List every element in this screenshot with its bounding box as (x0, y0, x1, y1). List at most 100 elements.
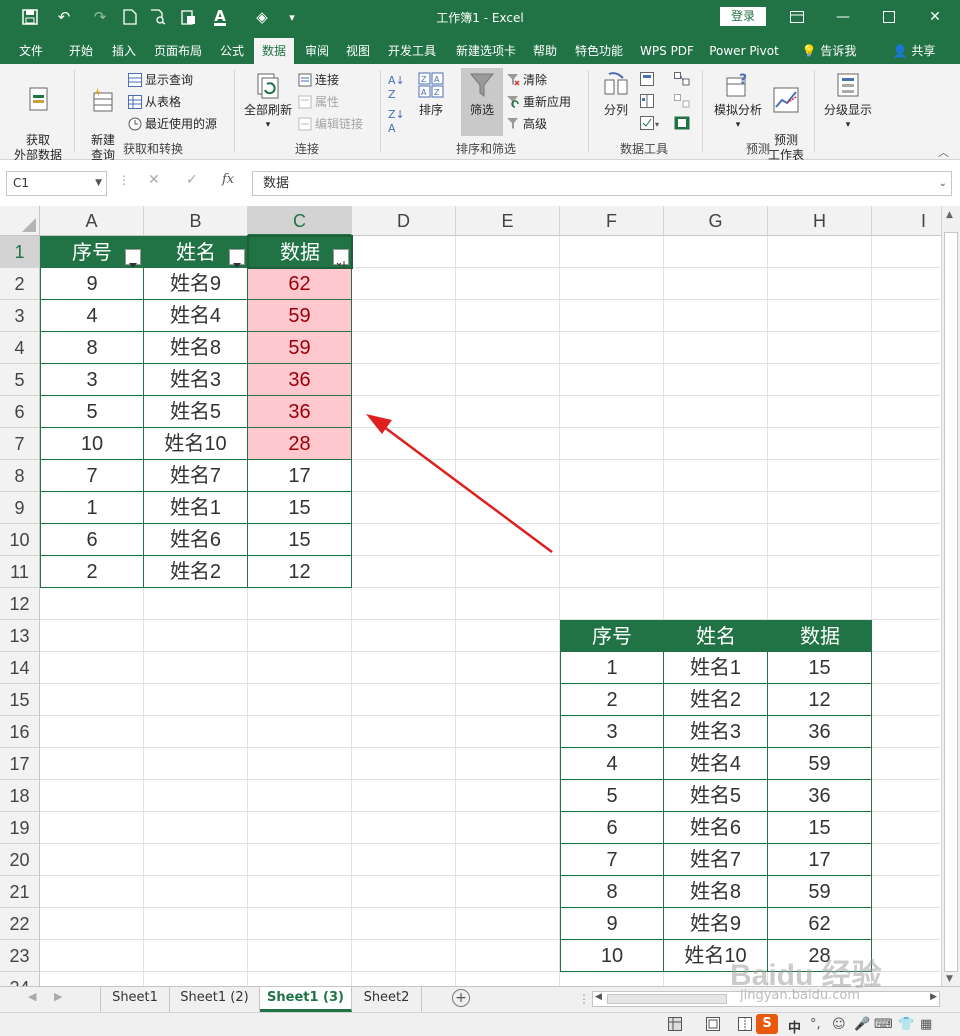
table1-cell[interactable]: 姓名1 (144, 492, 248, 524)
table1-cell[interactable]: 10 (40, 428, 144, 460)
table1-header-cell[interactable]: 姓名 (144, 236, 248, 268)
tab-help[interactable]: 帮助 (528, 38, 562, 64)
row-header-22[interactable]: 22 (0, 908, 40, 940)
get-external-data-button[interactable]: 获取 外部数据 (6, 70, 70, 163)
formula-input[interactable]: 数据 ⌄ (252, 171, 952, 196)
tab-wps-pdf[interactable]: WPS PDF (634, 38, 700, 64)
name-box[interactable]: C1 ▼ (6, 171, 107, 196)
scroll-down-icon[interactable]: ▼ (946, 974, 953, 984)
consolidate-icon[interactable] (674, 72, 690, 89)
table2-cell[interactable]: 2 (560, 684, 664, 716)
column-header-d[interactable]: D (352, 206, 456, 236)
table1-cell[interactable]: 6 (40, 524, 144, 556)
normal-view-icon[interactable] (668, 1017, 682, 1033)
clear-button[interactable]: 清除 (506, 70, 547, 90)
table1-cell[interactable]: 59 (248, 300, 352, 332)
relationships-icon[interactable] (674, 94, 690, 111)
tab-file[interactable]: 文件 (8, 38, 54, 64)
row-header-12[interactable]: 12 (0, 588, 40, 620)
data-model-icon[interactable] (674, 116, 690, 133)
properties-button[interactable]: 属性 (298, 92, 339, 112)
prev-sheet-icon[interactable]: ◀ (28, 990, 36, 1003)
table1-cell[interactable]: 姓名6 (144, 524, 248, 556)
row-header-6[interactable]: 6 (0, 396, 40, 428)
column-header-c[interactable]: C (248, 206, 352, 236)
table1-cell[interactable]: 7 (40, 460, 144, 492)
emoji-icon[interactable]: ☺ (832, 1017, 846, 1033)
row-header-1[interactable]: 1 (0, 236, 40, 268)
row-header-3[interactable]: 3 (0, 300, 40, 332)
table2-cell[interactable]: 姓名8 (664, 876, 768, 908)
refresh-all-button[interactable]: 全部刷新 ▾ (240, 70, 296, 133)
table2-cell[interactable]: 12 (768, 684, 872, 716)
table2-cell[interactable]: 姓名3 (664, 716, 768, 748)
scroll-left-icon[interactable]: ◀ (595, 992, 602, 1002)
vertical-scrollbar[interactable]: ▲ ▼ (941, 206, 960, 986)
column-header-b[interactable]: B (144, 206, 248, 236)
tab-features[interactable]: 特色功能 (568, 38, 630, 64)
advanced-button[interactable]: 高级 (506, 114, 547, 134)
table1-cell[interactable]: 3 (40, 364, 144, 396)
table1-cell[interactable]: 姓名3 (144, 364, 248, 396)
table2-header-cell[interactable]: 姓名 (664, 620, 768, 652)
sheet-tab-sheet2[interactable]: Sheet2 (352, 987, 422, 1012)
table1-cell[interactable]: 姓名8 (144, 332, 248, 364)
row-header-20[interactable]: 20 (0, 844, 40, 876)
filter-dropdown-icon[interactable] (125, 249, 141, 267)
table1-cell[interactable]: 8 (40, 332, 144, 364)
row-header-18[interactable]: 18 (0, 780, 40, 812)
table1-cell[interactable]: 62 (248, 268, 352, 300)
maximize-icon[interactable] (866, 0, 912, 34)
next-sheet-icon[interactable]: ▶ (54, 990, 62, 1003)
row-header-16[interactable]: 16 (0, 716, 40, 748)
scroll-right-icon[interactable]: ▶ (930, 992, 937, 1002)
row-header-15[interactable]: 15 (0, 684, 40, 716)
table2-cell[interactable]: 姓名6 (664, 812, 768, 844)
table1-cell[interactable]: 姓名2 (144, 556, 248, 588)
table1-cell[interactable]: 12 (248, 556, 352, 588)
toolbox-icon[interactable]: ▦ (920, 1017, 932, 1033)
table2-cell[interactable]: 36 (768, 780, 872, 812)
ime-mode-icon[interactable]: 中 (788, 1017, 801, 1036)
table2-cell[interactable]: 59 (768, 876, 872, 908)
filter-dropdown-icon[interactable] (229, 249, 245, 267)
table1-cell[interactable]: 2 (40, 556, 144, 588)
insert-function-icon[interactable]: fx (222, 172, 234, 187)
table1-cell[interactable]: 姓名7 (144, 460, 248, 492)
table2-cell[interactable]: 4 (560, 748, 664, 780)
tab-page-layout[interactable]: 页面布局 (146, 38, 210, 64)
cancel-icon[interactable]: ✕ (148, 172, 160, 188)
sort-button[interactable]: ZAAZ 排序 (412, 70, 450, 118)
text-to-columns-button[interactable]: 分列 (596, 70, 636, 118)
table2-cell[interactable]: 3 (560, 716, 664, 748)
table1-cell[interactable]: 姓名5 (144, 396, 248, 428)
table1-cell[interactable]: 姓名4 (144, 300, 248, 332)
table2-cell[interactable]: 8 (560, 876, 664, 908)
punctuation-icon[interactable]: °, (810, 1017, 821, 1033)
row-header-21[interactable]: 21 (0, 876, 40, 908)
sort-asc-icon[interactable]: A↓ Z (388, 74, 405, 102)
table1-cell[interactable]: 4 (40, 300, 144, 332)
row-header-11[interactable]: 11 (0, 556, 40, 588)
chevron-down-icon[interactable]: ▼ (95, 172, 102, 195)
table2-cell[interactable]: 15 (768, 812, 872, 844)
close-icon[interactable]: ✕ (912, 0, 958, 34)
row-header-7[interactable]: 7 (0, 428, 40, 460)
sort-desc-filter-icon[interactable] (333, 249, 349, 267)
table2-cell[interactable]: 姓名2 (664, 684, 768, 716)
table1-cell[interactable]: 1 (40, 492, 144, 524)
data-validation-icon[interactable]: ▾ (640, 116, 660, 133)
keyboard-icon[interactable]: ⌨ (874, 1017, 893, 1033)
expand-formula-icon[interactable]: ⌄ (939, 172, 947, 195)
tell-me[interactable]: 💡 告诉我 (794, 38, 864, 64)
table1-cell[interactable]: 5 (40, 396, 144, 428)
sheet-tab-sheet1-2[interactable]: Sheet1 (2) (170, 987, 260, 1012)
enter-icon[interactable]: ✓ (186, 172, 198, 188)
show-query-button[interactable]: 显示查询 (128, 70, 193, 90)
column-header-e[interactable]: E (456, 206, 560, 236)
worksheet-grid[interactable]: A B C D E F G H I 1 2 3 4 5 6 7 8 9 10 11 12 13 14 15 16 17 18 19 20… (0, 206, 941, 986)
tab-view[interactable]: 视图 (340, 38, 376, 64)
table1-cell[interactable]: 36 (248, 396, 352, 428)
table2-cell[interactable]: 姓名1 (664, 652, 768, 684)
table2-cell[interactable]: 5 (560, 780, 664, 812)
